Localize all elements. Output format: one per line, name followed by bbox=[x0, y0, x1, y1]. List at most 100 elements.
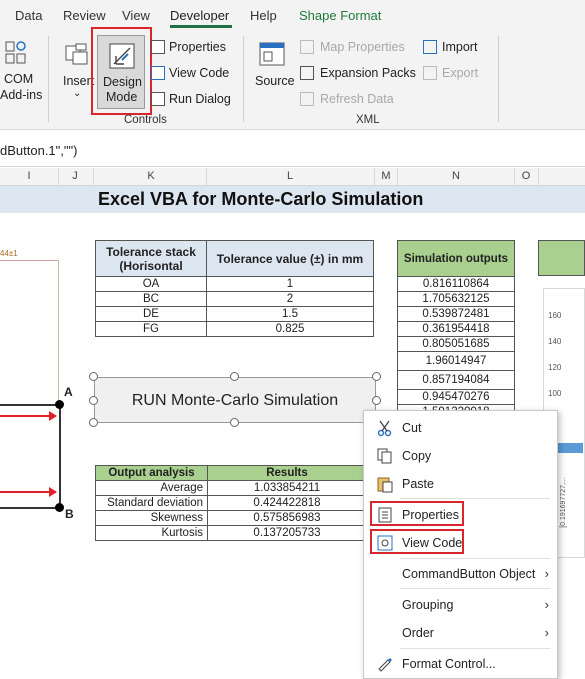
view-code-button[interactable]: View Code bbox=[169, 66, 229, 80]
menu-item-commandbutton-object[interactable]: CommandButton Object › bbox=[364, 562, 557, 586]
col-header-o[interactable]: O bbox=[520, 170, 532, 182]
simulation-outputs-table: Simulation outputs 0.816110864 1.7056321… bbox=[397, 240, 515, 420]
group-controls-label: Controls bbox=[124, 114, 167, 126]
cell[interactable]: 2 bbox=[206, 291, 374, 307]
table-row: 0.539872481 bbox=[397, 306, 515, 322]
menu-item-copy[interactable]: Copy bbox=[364, 444, 557, 468]
chart-tick: 160 bbox=[548, 311, 562, 320]
resize-handle[interactable] bbox=[89, 418, 98, 427]
tab-help[interactable]: Help bbox=[250, 8, 277, 23]
resize-handle[interactable] bbox=[230, 372, 239, 381]
cell[interactable]: 0.424422818 bbox=[207, 495, 367, 511]
menu-label: Paste bbox=[402, 477, 434, 491]
cell[interactable]: 0.575856983 bbox=[207, 510, 367, 526]
col-header-j[interactable]: J bbox=[70, 170, 80, 182]
menu-item-paste[interactable]: Paste bbox=[364, 472, 557, 496]
expansion-packs-icon[interactable] bbox=[300, 66, 314, 80]
cell[interactable]: 1.033854211 bbox=[207, 480, 367, 496]
cell[interactable]: Skewness bbox=[95, 510, 208, 526]
resize-handle[interactable] bbox=[89, 396, 98, 405]
cell[interactable]: 0.816110864 bbox=[397, 276, 515, 292]
table-row: DE 1.5 bbox=[95, 306, 374, 322]
tab-view[interactable]: View bbox=[122, 8, 150, 23]
run-dialog-icon[interactable] bbox=[151, 92, 165, 106]
refresh-data-icon bbox=[300, 92, 314, 106]
expansion-packs-button[interactable]: Expansion Packs bbox=[320, 66, 416, 80]
col-header-l[interactable]: L bbox=[284, 170, 296, 182]
source-icon[interactable] bbox=[258, 40, 286, 68]
cell[interactable]: 0.825 bbox=[206, 321, 374, 337]
simulation-header: Simulation outputs bbox=[397, 240, 515, 277]
view-code-icon[interactable] bbox=[151, 66, 165, 80]
com-addins-label-2[interactable]: Add-ins bbox=[0, 88, 42, 102]
resize-handle[interactable] bbox=[372, 396, 381, 405]
scissors-icon bbox=[376, 419, 394, 437]
table-row: Skewness 0.575856983 bbox=[95, 510, 367, 526]
col-header-n[interactable]: N bbox=[450, 170, 462, 182]
source-button[interactable]: Source bbox=[255, 74, 295, 88]
table-row: 0.857194084 bbox=[397, 370, 515, 390]
cell[interactable]: BC bbox=[95, 291, 207, 307]
tab-data[interactable]: Data bbox=[15, 8, 42, 23]
menu-item-cut[interactable]: Cut bbox=[364, 416, 557, 440]
run-simulation-button[interactable]: RUN Monte-Carlo Simulation bbox=[94, 377, 376, 423]
cell[interactable]: FG bbox=[95, 321, 207, 337]
export-button: Export bbox=[442, 66, 479, 80]
cell[interactable]: DE bbox=[95, 306, 207, 322]
point-a-dot bbox=[55, 400, 64, 409]
cell[interactable]: 1.705632125 bbox=[397, 291, 515, 307]
ribbon-separator bbox=[243, 36, 244, 122]
cell[interactable]: OA bbox=[95, 276, 207, 292]
run-dialog-button[interactable]: Run Dialog bbox=[169, 92, 231, 106]
import-icon[interactable] bbox=[423, 40, 437, 54]
insert-controls-icon[interactable] bbox=[64, 42, 90, 68]
menu-item-format-control[interactable]: Format Control... bbox=[364, 652, 557, 676]
col-header-m[interactable]: M bbox=[379, 170, 393, 182]
col-header-k[interactable]: K bbox=[145, 170, 157, 182]
cell[interactable]: Average bbox=[95, 480, 208, 496]
com-addins-icon[interactable] bbox=[4, 40, 28, 66]
insert-label[interactable]: Insert bbox=[63, 74, 94, 88]
import-button[interactable]: Import bbox=[442, 40, 477, 54]
tab-developer[interactable]: Developer bbox=[170, 8, 229, 23]
menu-label: Format Control... bbox=[402, 657, 496, 671]
red-arrow-bottom bbox=[0, 491, 56, 493]
cell[interactable]: 1 bbox=[206, 276, 374, 292]
run-simulation-label: RUN Monte-Carlo Simulation bbox=[131, 392, 339, 409]
resize-handle[interactable] bbox=[230, 418, 239, 427]
cell[interactable]: Kurtosis bbox=[95, 525, 208, 541]
group-xml-label: XML bbox=[356, 114, 380, 126]
properties-icon[interactable] bbox=[151, 40, 165, 54]
com-addins-label[interactable]: COM bbox=[4, 72, 33, 86]
tab-shape-format[interactable]: Shape Format bbox=[299, 8, 381, 23]
chevron-down-icon[interactable]: ⌄ bbox=[73, 88, 81, 99]
cell[interactable]: 1.96014947 bbox=[397, 351, 515, 371]
cell[interactable]: 0.137205733 bbox=[207, 525, 367, 541]
resize-handle[interactable] bbox=[372, 372, 381, 381]
sheet-title-bar: Excel VBA for Monte-Carlo Simulation bbox=[0, 186, 585, 213]
active-tab-underline bbox=[170, 25, 232, 28]
properties-button[interactable]: Properties bbox=[169, 40, 226, 54]
column-headers: I J K L M N O bbox=[0, 168, 585, 186]
tab-review[interactable]: Review bbox=[63, 8, 106, 23]
col-header-i[interactable]: I bbox=[24, 170, 34, 182]
cell[interactable]: Standard deviation bbox=[95, 495, 208, 511]
menu-item-order[interactable]: Order › bbox=[364, 621, 557, 645]
red-arrow-top bbox=[0, 415, 56, 417]
resize-handle[interactable] bbox=[89, 372, 98, 381]
tolerance-table: Tolerance stack (Horisontal Tolerance va… bbox=[95, 240, 374, 337]
cell[interactable]: 0.945470276 bbox=[397, 389, 515, 405]
ribbon-tabs: Data Review View Developer Help Shape Fo… bbox=[0, 0, 585, 30]
cell[interactable]: 0.805051685 bbox=[397, 336, 515, 352]
cell[interactable]: 1.5 bbox=[206, 306, 374, 322]
formula-text[interactable]: dButton.1","") bbox=[0, 143, 77, 158]
cell[interactable]: 0.539872481 bbox=[397, 306, 515, 322]
cell[interactable]: 0.361954418 bbox=[397, 321, 515, 337]
paste-icon bbox=[376, 475, 394, 493]
menu-item-grouping[interactable]: Grouping › bbox=[364, 593, 557, 617]
highlight-box bbox=[370, 501, 464, 526]
format-control-icon bbox=[376, 655, 394, 673]
cell[interactable]: 0.857194084 bbox=[397, 370, 515, 390]
formula-bar[interactable]: dButton.1","") bbox=[0, 131, 585, 167]
menu-label: Order bbox=[402, 626, 434, 640]
